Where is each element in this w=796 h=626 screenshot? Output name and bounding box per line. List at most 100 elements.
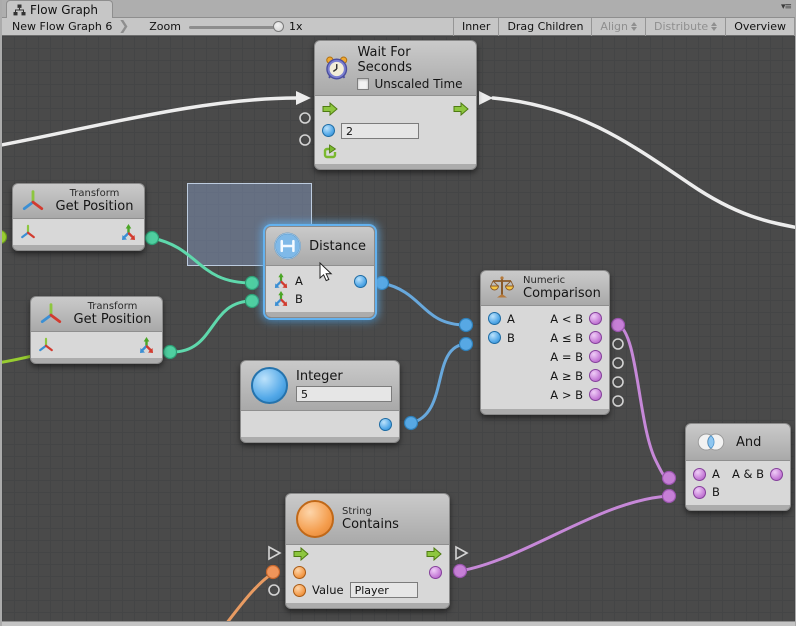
window-bottom-edge [2, 621, 795, 626]
node-body [240, 411, 400, 437]
breadcrumb-chevron-icon: ❯ [118, 19, 129, 34]
node-get-position-2[interactable]: Transform Get Position [30, 296, 163, 364]
node-footer [480, 409, 610, 415]
exec-arrowhead-out [479, 91, 493, 105]
empty-exec-triangle-contains-in [269, 547, 280, 559]
integer-circle-icon [251, 367, 288, 404]
dot-purple [612, 319, 625, 332]
dot-purple [663, 490, 676, 503]
contains-value-field[interactable]: Player [350, 582, 418, 598]
node-title: Wait For Seconds [357, 45, 467, 75]
inner-button[interactable]: Inner [453, 18, 498, 36]
vector3-input-port-icon[interactable] [273, 273, 289, 289]
zoom-slider-track [189, 26, 281, 29]
node-title: Distance [309, 239, 366, 254]
alarm-clock-icon [324, 55, 349, 81]
breadcrumb-label: New Flow Graph 6 [12, 20, 112, 33]
and-input-b-port[interactable] [693, 486, 706, 499]
vector3-output-port-icon[interactable] [120, 224, 137, 241]
exec-out-port-icon[interactable] [453, 102, 469, 116]
port-label: B [295, 292, 303, 306]
exec-out-port-icon[interactable] [426, 547, 442, 561]
node-body [30, 332, 163, 358]
wire-distance-to-comparison-a [382, 283, 466, 325]
comparison-eq-port[interactable] [589, 350, 602, 363]
node-wait-for-seconds[interactable]: Wait For Seconds Unscaled Time 2 [314, 40, 477, 170]
dropdown-updown-icon [711, 22, 717, 31]
node-string-contains[interactable]: String Contains Value Player [285, 493, 450, 609]
transform-input-port-icon[interactable] [20, 224, 36, 240]
and-output-port[interactable] [770, 468, 783, 481]
node-get-position-1[interactable]: Transform Get Position [12, 183, 145, 251]
node-title: Get Position [71, 312, 154, 327]
comparison-geq-port[interactable] [589, 369, 602, 382]
venn-intersection-icon [694, 432, 728, 452]
comparison-gt-port[interactable] [589, 388, 602, 401]
contains-value-port[interactable] [293, 584, 306, 597]
node-body [12, 219, 145, 245]
vector3-input-port-icon[interactable] [273, 291, 289, 307]
node-numeric-comparison[interactable]: Numeric Comparison A A < B B A ≤ B [480, 270, 610, 415]
empty-port-contains-value [269, 585, 279, 595]
node-body: A B [265, 266, 375, 312]
flow-graph-icon [13, 4, 26, 16]
exec-in-port-icon[interactable] [322, 102, 338, 116]
empty-port-wait-seconds [300, 113, 310, 123]
dot-blue [376, 277, 389, 290]
node-distance[interactable]: Distance A [265, 226, 375, 318]
exec-arrowhead-in [296, 91, 311, 105]
transform-input-port-icon[interactable] [38, 337, 54, 353]
node-header: Distance [265, 226, 375, 266]
zoom-slider[interactable] [189, 18, 281, 36]
node-footer [285, 603, 450, 609]
integer-output-port[interactable] [379, 418, 392, 431]
tab-flow-graph[interactable]: Flow Graph [6, 0, 113, 18]
node-footer [30, 358, 163, 364]
contains-target-port[interactable] [293, 566, 306, 579]
empty-exec-triangle-contains-out [456, 547, 467, 559]
port-label: B [712, 485, 720, 499]
comparison-input-b-port[interactable] [488, 331, 501, 344]
port-label: A < B [550, 312, 583, 326]
graph-canvas[interactable]: Wait For Seconds Unscaled Time 2 [2, 36, 795, 621]
align-button[interactable]: Align [591, 18, 645, 36]
breadcrumb[interactable]: New Flow Graph 6 [2, 18, 116, 36]
integer-value-field[interactable]: 5 [296, 386, 392, 402]
wire-exec-out [493, 98, 795, 229]
node-footer [12, 245, 145, 251]
seconds-port[interactable] [322, 124, 335, 137]
zoom-value: 1x [289, 20, 303, 33]
dot-blue [405, 417, 418, 430]
empty-port-comparison-geq [613, 377, 623, 387]
wire-orange-in [223, 573, 273, 621]
node-title: And [736, 435, 761, 450]
comparison-input-a-port[interactable] [488, 312, 501, 325]
overview-button[interactable]: Overview [725, 18, 795, 36]
unscaled-time-checkbox[interactable] [357, 78, 369, 90]
port-label: A > B [550, 388, 583, 402]
distribute-button[interactable]: Distribute [645, 18, 725, 36]
node-body: A A & B B [685, 461, 791, 505]
empty-port-comparison-eq [613, 358, 623, 368]
loop-exec-port-icon[interactable] [322, 144, 338, 159]
comparison-leq-port[interactable] [589, 331, 602, 344]
wire-contains-to-and-b [460, 496, 669, 571]
comparison-lt-port[interactable] [589, 312, 602, 325]
and-input-a-port[interactable] [693, 468, 706, 481]
distance-output-port[interactable] [354, 275, 367, 288]
drag-children-button[interactable]: Drag Children [498, 18, 591, 36]
pane-menu-icon[interactable]: ▾≡ [781, 2, 791, 12]
node-and[interactable]: And A A & B B [685, 423, 791, 511]
node-footer [314, 164, 477, 170]
dot-lime [2, 231, 7, 244]
dot-teal [246, 277, 259, 290]
port-label: A ≥ B [550, 369, 583, 383]
zoom-slider-knob[interactable] [273, 21, 284, 32]
node-integer[interactable]: Integer 5 [240, 360, 400, 443]
port-label: A [295, 274, 303, 288]
exec-in-port-icon[interactable] [293, 547, 309, 561]
seconds-field[interactable]: 2 [341, 123, 419, 139]
contains-output-port[interactable] [429, 566, 442, 579]
vector3-output-port-icon[interactable] [138, 337, 155, 354]
node-footer [685, 505, 791, 511]
